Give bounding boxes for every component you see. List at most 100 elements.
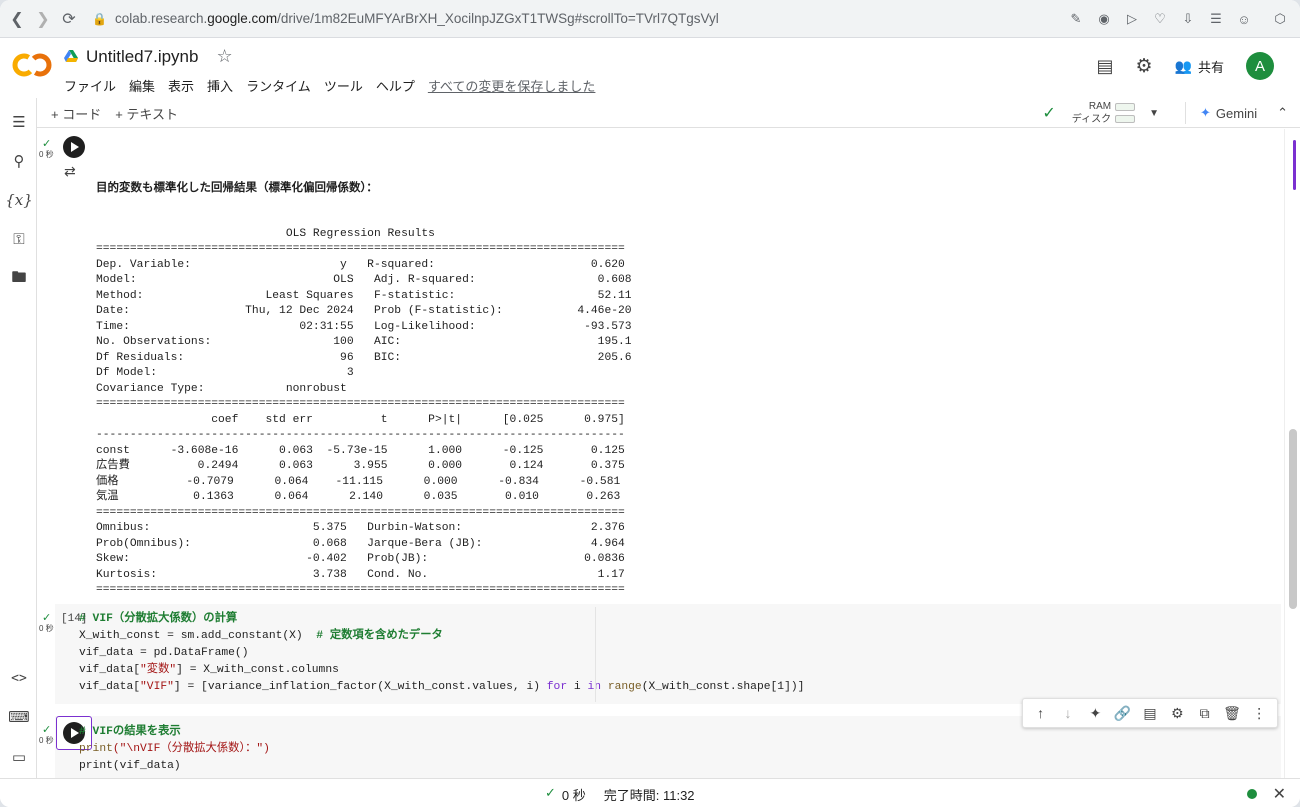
extension-icon[interactable]: ⬡ — [1270, 9, 1290, 29]
delete-icon[interactable]: 🗑 — [1221, 702, 1243, 724]
menu-icon[interactable]: ☰ — [1206, 9, 1226, 29]
cell1-run-button[interactable] — [63, 136, 85, 158]
resource-labels[interactable]: RAM ディスク — [1072, 100, 1111, 126]
ruler-line — [595, 607, 596, 702]
link-icon[interactable]: 🔗 — [1112, 702, 1134, 724]
settings-icon[interactable]: ⚙ — [1136, 55, 1153, 78]
gemini-label: Gemini — [1215, 105, 1258, 121]
url-host: google.com — [207, 11, 278, 26]
cell3-exec-time: 0 秒 — [39, 736, 54, 745]
add-code-button[interactable]: + コード — [51, 104, 101, 123]
output-line: ========================================… — [96, 398, 625, 410]
output-line: Model: OLS Adj. R-squared: 0.608 — [96, 274, 632, 286]
edit-icon[interactable]: ✎ — [1066, 9, 1086, 29]
notebook-title[interactable]: Untitled7.ipynb — [86, 47, 198, 67]
code-token: vif_data[ — [79, 664, 141, 676]
address-bar[interactable]: 🔒 colab.research. google.com/drive/1m82Eu… — [92, 11, 719, 26]
code-line: vif_data["変数"] = X_with_const.columns — [79, 662, 804, 679]
heart-icon[interactable]: ♡ — [1150, 9, 1170, 29]
cell3-print-fn: print — [79, 743, 113, 755]
comment-icon[interactable]: ▤ — [1096, 56, 1113, 77]
move-up-icon[interactable]: ↑ — [1030, 702, 1052, 724]
search-icon[interactable]: ⚲ — [8, 150, 30, 172]
menu-insert[interactable]: 挿入 — [207, 76, 233, 95]
code-token: vif_data[ — [79, 681, 141, 693]
comment-cell-icon[interactable]: ▤ — [1139, 702, 1161, 724]
active-cell-marker — [1293, 140, 1296, 190]
command-palette-icon[interactable]: ⌨ — [8, 706, 30, 728]
terminal-icon[interactable]: ▭ — [8, 746, 30, 768]
chevron-down-icon[interactable]: ▼ — [1149, 108, 1159, 119]
move-down-icon[interactable]: ↓ — [1057, 702, 1079, 724]
key-icon[interactable]: ⚿ — [8, 228, 30, 250]
save-status[interactable]: すべての変更を保存しました — [428, 76, 596, 95]
disk-label: ディスク — [1071, 114, 1112, 125]
code-token: for — [546, 681, 568, 693]
output-title: 目的変数も標準化した回帰結果（標準化偏回帰係数）： — [96, 180, 378, 194]
status-time: 0 秒 — [561, 788, 586, 803]
colab-logo-icon — [12, 53, 52, 77]
output-line: const -3.608e-16 0.063 -5.73e-15 1.000 -… — [96, 444, 625, 457]
output-line: Method: Least Squares F-statistic: 52.11 — [96, 289, 632, 302]
star-icon[interactable]: ☆ — [216, 46, 232, 67]
output-line: ========================================… — [96, 584, 625, 596]
code-token: range — [607, 681, 642, 693]
profile-icon[interactable]: ☺ — [1234, 9, 1254, 29]
ols-results-text: OLS Regression Results =================… — [96, 227, 713, 646]
code-token: "VIF" — [140, 681, 174, 693]
scrollbar-thumb[interactable] — [1289, 429, 1297, 609]
folder-icon[interactable]: 🖿 — [8, 268, 30, 290]
gemini-button[interactable]: ✦ Gemini — [1185, 102, 1257, 124]
cell-settings-icon[interactable]: ⚙ — [1166, 702, 1188, 724]
notebook-toolbar: + コード + テキスト ✓ RAM ディスク ▼ ✦ Gemini ⌃ — [37, 98, 1300, 128]
menu-view[interactable]: 表示 — [168, 76, 194, 95]
url-prefix: colab.research. — [114, 11, 208, 26]
cell1-exec-time: 0 秒 — [39, 150, 54, 159]
menu-file[interactable]: ファイル — [64, 76, 116, 95]
output-line: Time: 02:31:55 Log-Likelihood: -93.573 — [96, 320, 632, 333]
more-options-icon[interactable]: ⋮ — [1248, 702, 1270, 724]
output-line: Date: Thu, 12 Dec 2024 Prob (F-statistic… — [96, 305, 632, 317]
avatar[interactable]: A — [1246, 52, 1274, 80]
url-path: /drive/1m82EuMFYArBrXH_XocilnpJZGxT1TWSg… — [277, 11, 719, 26]
code-token: # 定数項を含めたデータ — [316, 630, 443, 642]
output-line: Df Residuals: 96 BIC: 205.6 — [96, 351, 632, 364]
code-token: vif_data = pd.DataFrame() — [79, 647, 249, 659]
code-token: X_with_const = sm.add_constant(X) — [79, 630, 317, 642]
camera-icon[interactable]: ◉ — [1094, 9, 1114, 29]
code-snippets-icon[interactable]: <> — [8, 667, 30, 689]
reload-icon[interactable]: ⟳ — [56, 6, 82, 32]
close-icon[interactable]: ✕ — [1273, 784, 1286, 804]
output-menu-icon[interactable]: ⇄ — [64, 163, 76, 180]
share-button[interactable]: 👥 共有 — [1175, 57, 1224, 76]
left-sidebar: ☰ ⚲ {x} ⚿ 🖿 <> ⌨ ▭ — [0, 98, 37, 778]
output-line: ========================================… — [96, 506, 625, 519]
lock-icon: 🔒 — [92, 11, 107, 26]
status-check-icon: ✓ — [545, 785, 556, 800]
variables-icon[interactable]: {x} — [5, 189, 33, 211]
browser-toolbar: ❮ ❯ ⟳ 🔒 colab.research. google.com/drive/… — [0, 0, 1300, 38]
mirror-cell-icon[interactable]: ⧉ — [1194, 702, 1216, 724]
ai-sparkle-icon[interactable]: ✦ — [1084, 702, 1106, 724]
menu-tools[interactable]: ツール — [324, 76, 363, 95]
cell2-code-editor[interactable]: # VIF（分散拡大係数）の計算 X_with_const = sm.add_co… — [79, 611, 804, 696]
resource-bars[interactable] — [1115, 103, 1136, 123]
menu-runtime[interactable]: ランタイム — [246, 76, 311, 95]
code-line: vif_data = pd.DataFrame() — [79, 645, 804, 662]
connection-status-icon — [1246, 789, 1257, 799]
add-text-button[interactable]: + テキスト — [115, 104, 178, 123]
code-token: # VIF（分散拡大係数）の計算 — [79, 613, 238, 625]
back-icon[interactable]: ❮ — [4, 6, 30, 32]
download-icon[interactable]: ⇩ — [1178, 9, 1198, 29]
menu-edit[interactable]: 編集 — [129, 76, 155, 95]
toc-icon[interactable]: ☰ — [8, 111, 30, 133]
forward-icon[interactable]: ❯ — [30, 6, 56, 32]
code-token: ] = [variance_inflation_factor(X_with_co… — [173, 681, 547, 693]
sparkle-icon: ✦ — [1200, 105, 1211, 120]
code-line: X_with_const = sm.add_constant(X) # 定数項を… — [79, 628, 804, 645]
menu-help[interactable]: ヘルプ — [376, 76, 415, 95]
play-icon[interactable]: ▷ — [1122, 9, 1142, 29]
cell3-code-editor[interactable]: # VIFの結果を表示 print("\nVIF（分散拡大係数）：") prin… — [79, 724, 270, 775]
chevron-up-icon[interactable]: ⌃ — [1277, 105, 1288, 121]
